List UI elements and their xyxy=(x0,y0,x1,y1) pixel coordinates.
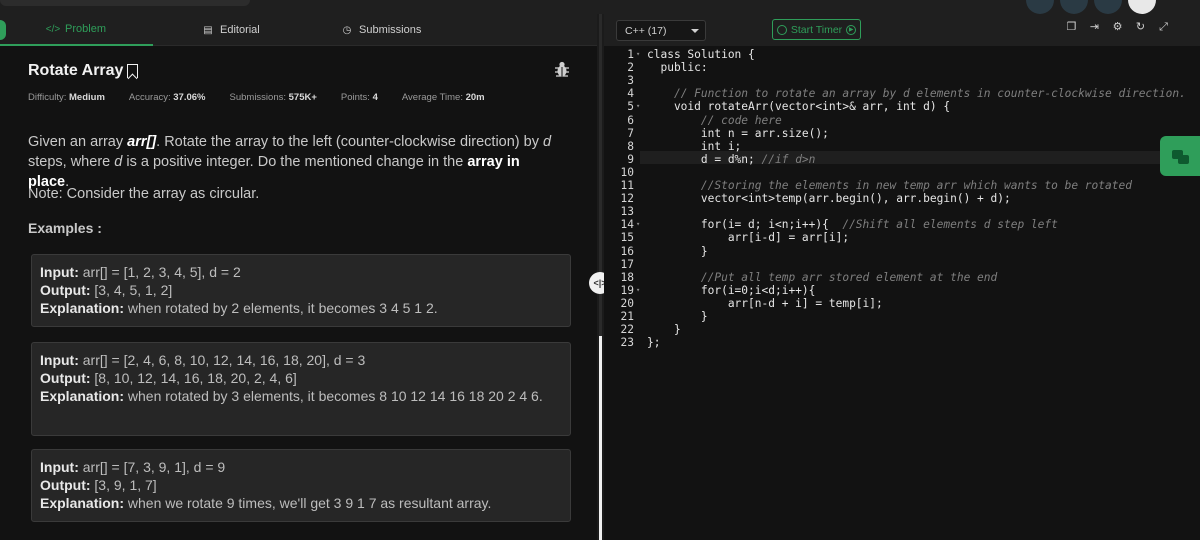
line-number: 2 xyxy=(627,61,634,75)
line-number: 19 xyxy=(620,283,634,297)
code-line: arr[n-d + i] = temp[i]; xyxy=(647,296,883,310)
points: Points: 4 xyxy=(340,92,378,103)
line-number: 1 xyxy=(627,48,634,61)
fold-toggle-icon[interactable]: ▾ xyxy=(636,286,640,294)
line-number: 4 xyxy=(627,87,634,101)
code-line: } xyxy=(647,323,681,337)
code-line: }; xyxy=(647,336,661,350)
tab-label: Editorial xyxy=(220,24,260,36)
line-number: 16 xyxy=(620,244,634,258)
top-search-pill[interactable] xyxy=(0,0,250,6)
code-line: d = d%n; //if d>n xyxy=(647,152,816,166)
line-number: 6 xyxy=(627,113,634,127)
code-editor[interactable]: 1 ▾ class Solution {2 public: 3 4 // Functio… xyxy=(604,48,1200,540)
line-number: 13 xyxy=(620,205,634,219)
tab-label: Problem xyxy=(65,23,106,35)
code-line: class Solution { xyxy=(647,48,755,61)
tab-submissions[interactable]: ◷ Submissions xyxy=(341,14,422,46)
line-number: 15 xyxy=(620,231,634,245)
gear-icon[interactable]: ⚙ xyxy=(1112,22,1123,33)
example-box: Input: arr[] = [7, 3, 9, 1], d = 9 Outpu… xyxy=(31,449,571,522)
clock-icon xyxy=(776,24,787,35)
example-box: Input: arr[] = [2, 4, 6, 8, 10, 12, 14, … xyxy=(31,342,571,436)
code-line: } xyxy=(647,244,708,258)
chat-button[interactable] xyxy=(1160,136,1200,176)
problem-meta: Difficulty: Medium Accuracy: 37.06% Subm… xyxy=(28,92,485,103)
examples-heading: Examples : xyxy=(28,220,102,236)
line-number: 9 xyxy=(627,152,634,166)
fold-toggle-icon[interactable]: ▾ xyxy=(636,102,640,110)
editor-toolbar: C++ (17) Start Timer ▶ ❐ ⇥ ⚙ ↻ ⤢ xyxy=(604,14,1200,46)
code-line: for(i=0;i<d;i++){ xyxy=(647,283,816,297)
line-number: 5 xyxy=(627,100,634,114)
language-select[interactable]: C++ (17) xyxy=(616,20,706,41)
document-icon: ▤ xyxy=(203,24,213,36)
line-number: 20 xyxy=(620,296,634,310)
problem-panel: </> Problem ▤ Editorial ◷ Submissions Ro… xyxy=(0,14,597,540)
problem-description: Given an array arr[]. Rotate the array t… xyxy=(28,134,552,190)
language-value: C++ (17) xyxy=(625,24,667,37)
top-avatar-icon[interactable] xyxy=(1128,0,1156,14)
fold-toggle-icon[interactable]: ▾ xyxy=(636,50,640,58)
code-line: // code here xyxy=(700,113,782,127)
scrollbar-thumb[interactable] xyxy=(599,336,602,540)
toolbar-icons: ❐ ⇥ ⚙ ↻ ⤢ xyxy=(1066,22,1169,33)
line-number: 10 xyxy=(620,165,634,179)
bug-report-icon[interactable] xyxy=(554,60,570,78)
reset-icon[interactable]: ↻ xyxy=(1135,22,1146,33)
code-line: //Put all temp arr stored element at the… xyxy=(700,270,998,284)
code-line: arr[i-d] = arr[i]; xyxy=(647,231,850,245)
chevron-down-icon xyxy=(691,29,699,33)
example-box: Input: arr[] = [1, 2, 3, 4, 5], d = 2 Ou… xyxy=(31,254,571,327)
line-number: 22 xyxy=(620,323,634,337)
fold-toggle-icon[interactable]: ▾ xyxy=(636,220,640,228)
code-line: for(i= d; i<n;i++){ //Shift all elements… xyxy=(647,218,1058,232)
line-number: 12 xyxy=(620,192,634,206)
browser-top-strip xyxy=(0,0,1200,14)
line-number: 7 xyxy=(627,126,634,140)
code-line: //Storing the elements in new temp arr w… xyxy=(700,179,1132,192)
tab-problem[interactable]: </> Problem xyxy=(0,14,153,46)
code-icon: </> xyxy=(45,23,61,35)
problem-note: Note: Consider the array as circular. xyxy=(28,186,260,202)
line-number: 8 xyxy=(627,139,634,153)
line-number: 17 xyxy=(620,257,634,271)
bookmark-icon[interactable] xyxy=(127,64,139,78)
start-timer-button[interactable]: Start Timer ▶ xyxy=(772,19,861,40)
average-time: Average Time: 20m xyxy=(401,92,485,103)
page-title: Rotate Array xyxy=(28,62,124,79)
top-circle-icon[interactable] xyxy=(1026,0,1054,14)
line-number: 11 xyxy=(620,179,634,192)
title-row: Rotate Array xyxy=(28,62,139,80)
clock-icon: ◷ xyxy=(342,24,352,36)
export-icon[interactable]: ⇥ xyxy=(1089,22,1100,33)
top-circle-icon[interactable] xyxy=(1094,0,1122,14)
line-number: 3 xyxy=(627,74,634,88)
editor-panel: C++ (17) Start Timer ▶ ❐ ⇥ ⚙ ↻ ⤢ 1 ▾ class… xyxy=(604,14,1200,540)
code-line: void rotateArr(vector<int>& arr, int d) … xyxy=(647,100,951,114)
tab-editorial[interactable]: ▤ Editorial xyxy=(202,14,260,46)
code-line: int n = arr.size(); xyxy=(647,126,829,140)
app-root: </> Problem ▤ Editorial ◷ Submissions Ro… xyxy=(0,0,1200,540)
line-number: 23 xyxy=(620,336,634,350)
play-icon: ▶ xyxy=(846,24,857,35)
code-line: int i; xyxy=(647,139,742,153)
code-line: } xyxy=(647,310,708,323)
fullscreen-icon[interactable]: ⤢ xyxy=(1158,22,1169,33)
problem-tabs: </> Problem ▤ Editorial ◷ Submissions xyxy=(0,14,597,46)
tab-label: Submissions xyxy=(359,24,422,36)
line-number: 21 xyxy=(620,310,634,323)
code-line: public: xyxy=(647,61,708,75)
timer-label: Start Timer xyxy=(790,23,843,36)
copy-icon[interactable]: ❐ xyxy=(1066,22,1077,33)
accuracy: Accuracy: 37.06% xyxy=(128,92,206,103)
difficulty: Difficulty: Medium xyxy=(28,92,105,103)
line-number: 14 xyxy=(620,218,634,232)
top-circle-icon[interactable] xyxy=(1060,0,1088,14)
line-number: 18 xyxy=(620,270,634,284)
code-line: vector<int>temp(arr.begin(), arr.begin()… xyxy=(647,192,1011,206)
submissions-count: Submissions: 575K+ xyxy=(229,92,317,103)
chat-icon xyxy=(1178,155,1189,164)
code-line: // Function to rotate an array by d elem… xyxy=(673,87,1186,101)
